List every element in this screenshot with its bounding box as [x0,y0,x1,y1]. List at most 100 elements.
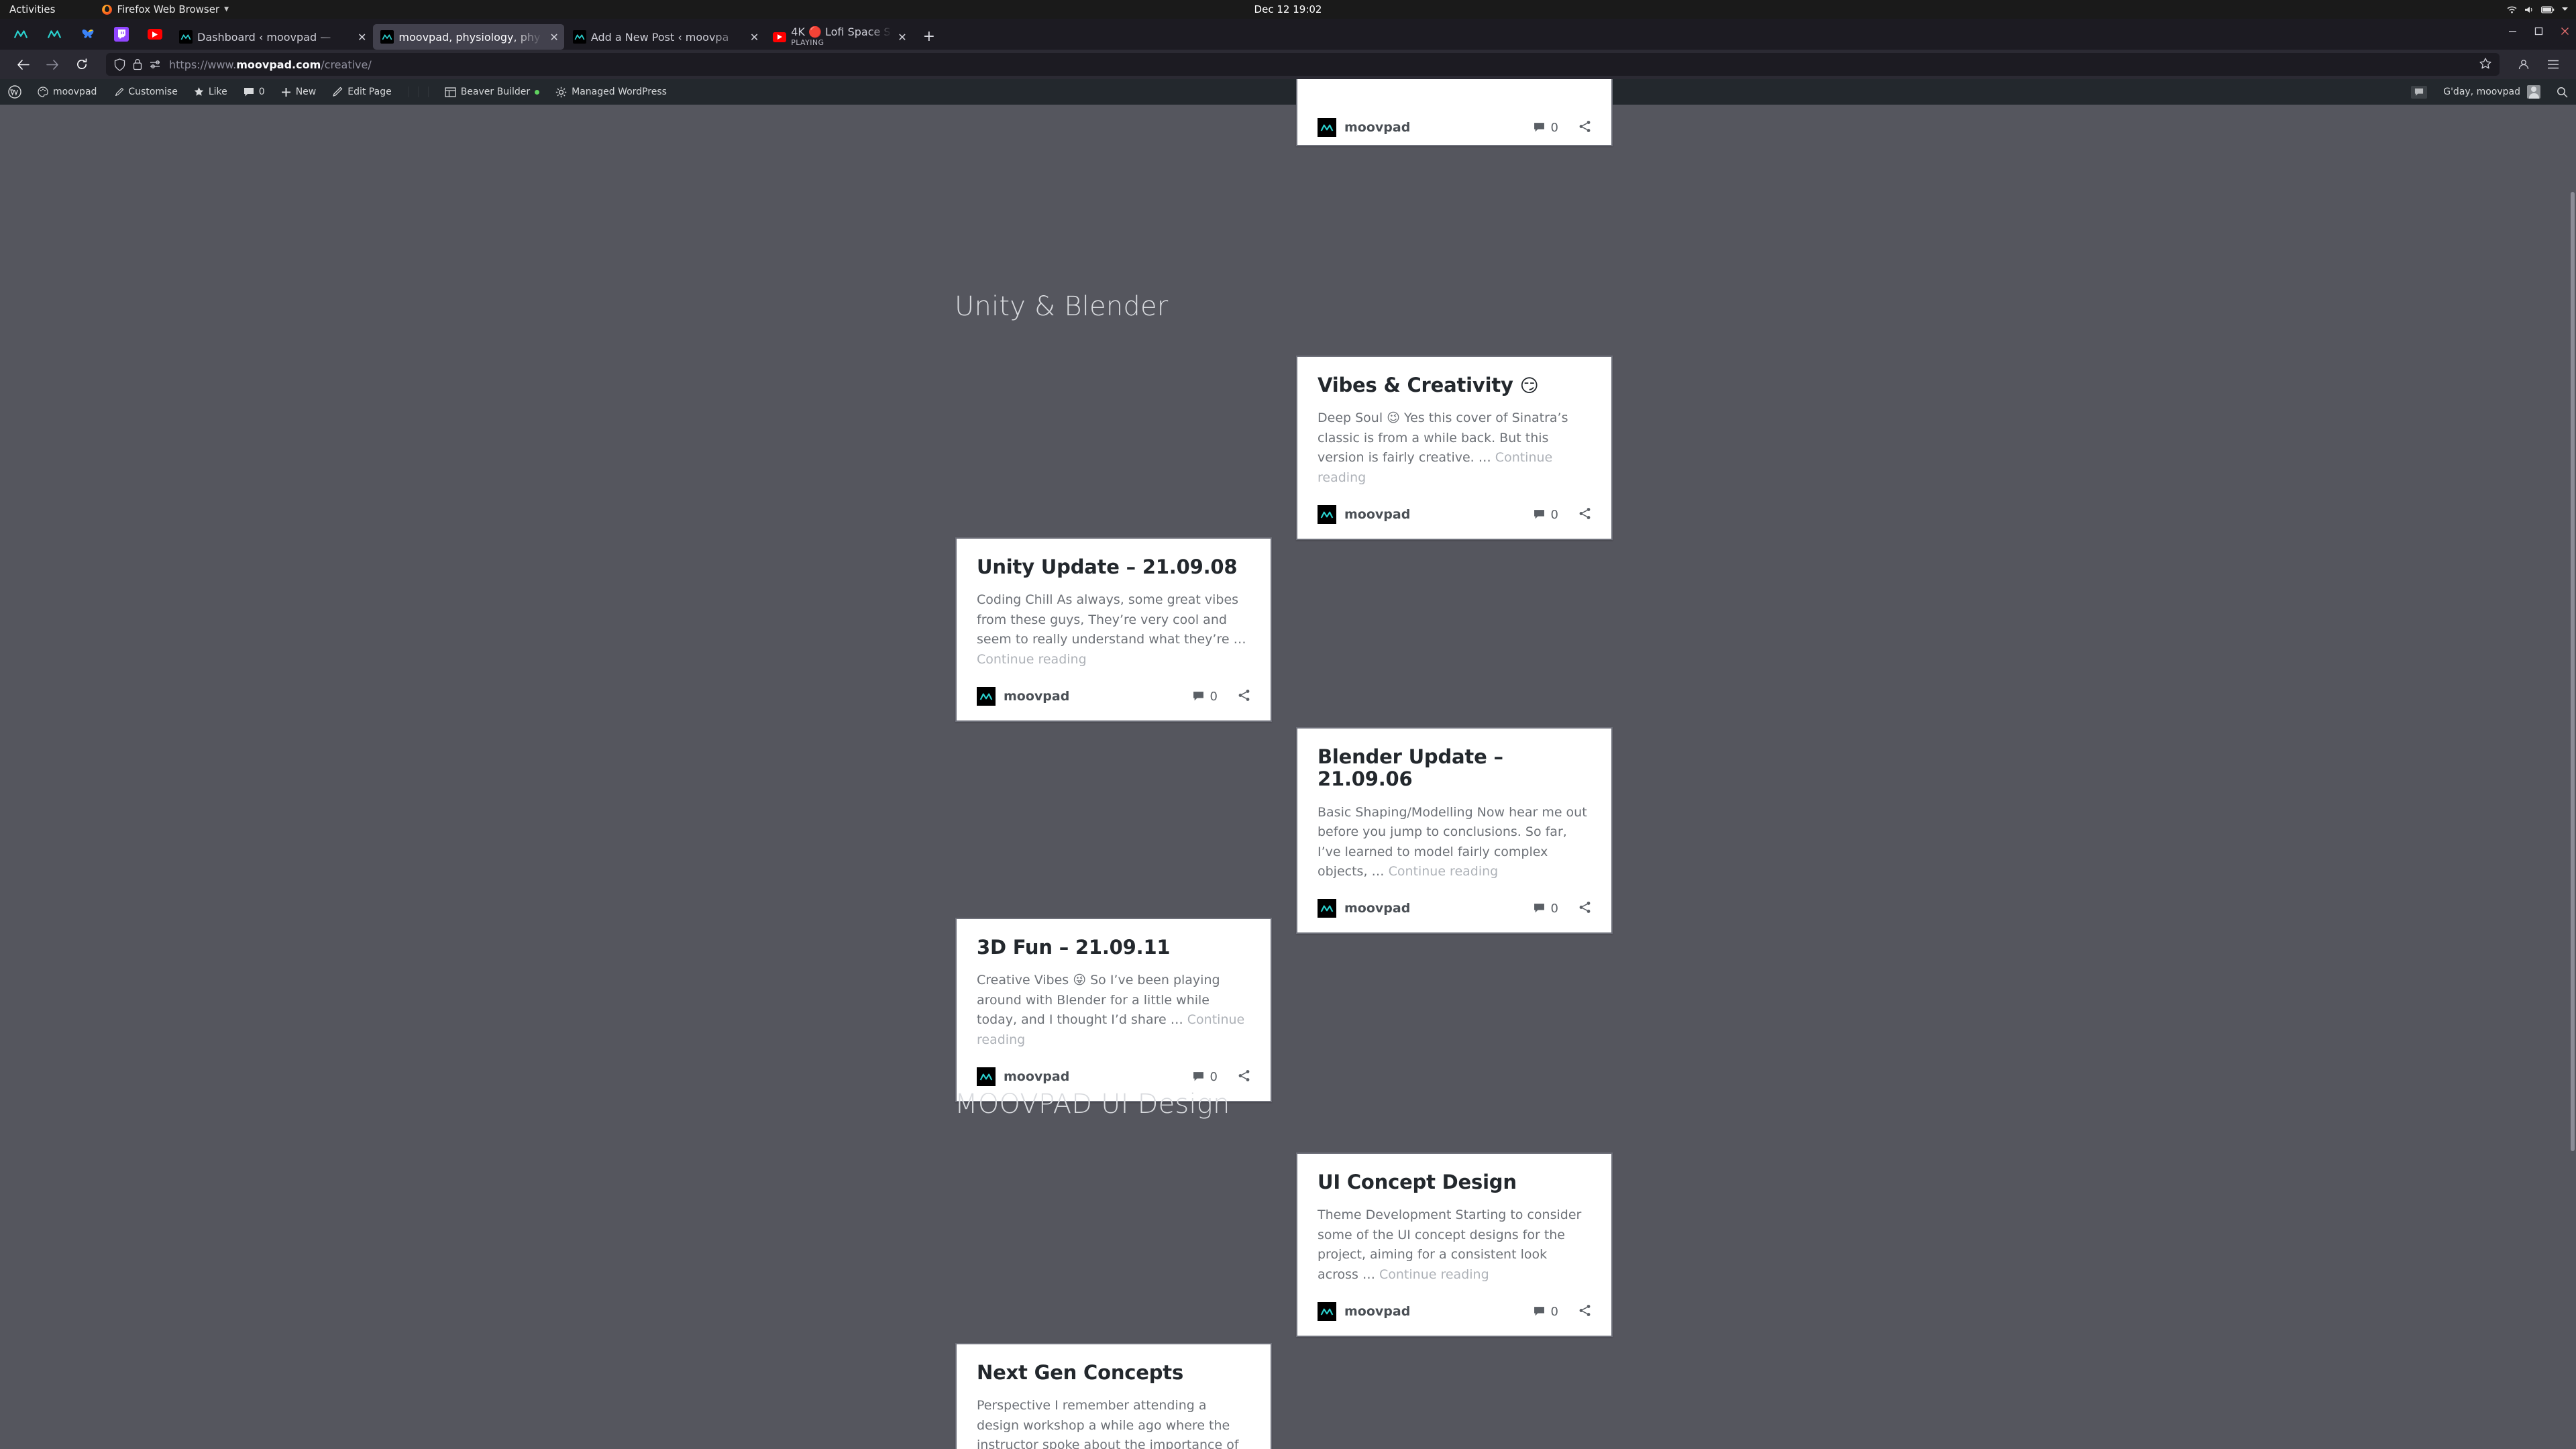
pinned-tab-moovpad-1[interactable] [4,21,38,47]
gnome-clock[interactable]: Dec 12 19:02 [1254,3,1322,15]
close-icon[interactable]: ✕ [749,31,759,44]
close-icon[interactable]: ✕ [896,31,906,44]
section-title-unity-blender: Unity & Blender [955,291,1169,322]
share-icon [1579,902,1591,913]
maximize-button[interactable] [2534,25,2543,38]
page-scrollbar[interactable] [2569,105,2576,1449]
post-card-next-gen-concepts[interactable]: Next Gen Concepts Perspective I remember… [955,1343,1272,1449]
post-card-ui-concept-design[interactable]: UI Concept Design Theme Development Star… [1296,1152,1613,1338]
post-author[interactable]: moovpad [1318,899,1410,918]
avatar [1318,1302,1336,1322]
comment-count-button[interactable]: 0 [1534,1305,1558,1319]
admin-bar-site-name[interactable]: moovpad [30,79,105,105]
continue-reading-link[interactable]: Continue reading [1389,864,1499,879]
post-title[interactable]: Next Gen Concepts [977,1361,1250,1384]
admin-bar-like[interactable]: Like [186,79,235,105]
pinned-tab-bluesky[interactable] [71,21,105,47]
post-excerpt: Theme Development Starting to consider s… [1318,1205,1591,1285]
url-bar[interactable]: https://www.moovpad.com/creative/ [106,53,2500,76]
close-icon[interactable]: ✕ [356,31,366,44]
post-title-text: UI Concept Design [1318,1171,1517,1193]
admin-bar-account[interactable]: G'day, moovpad [2435,79,2548,105]
post-author[interactable]: moovpad [977,1067,1069,1087]
comment-icon [244,87,254,97]
new-tab-button[interactable]: + [914,24,945,50]
comment-count: 0 [1550,120,1558,135]
comment-count-button[interactable]: 0 [1534,902,1558,916]
admin-bar-misc-group [400,79,437,105]
forward-button[interactable] [38,52,67,76]
author-name: moovpad [1344,507,1411,523]
moovpad-icon [179,30,193,44]
post-footer: moovpad 0 [977,1067,1250,1087]
post-footer: moovpad 0 [1318,1302,1591,1322]
post-author[interactable]: moovpad [1318,118,1410,137]
comment-count-button[interactable]: 0 [1534,121,1558,135]
palette-icon [38,87,48,97]
reload-button[interactable] [67,52,97,76]
account-button[interactable] [2509,52,2538,76]
close-icon[interactable]: ✕ [548,31,558,44]
admin-bar-new[interactable]: New [273,79,325,105]
tab-add-new-post[interactable]: Add a New Post ‹ moovpa ✕ [566,24,764,50]
excerpt-text: Creative Vibes 😜 So I’ve been playing ar… [977,973,1220,1028]
post-card-vibes-creativity[interactable]: Vibes & Creativity 😏 Deep Soul 😉 Yes thi… [1296,356,1613,541]
tab-moovpad-physiology[interactable]: moovpad, physiology, phy ✕ [373,24,564,50]
share-button[interactable] [1578,120,1591,136]
layout-icon [445,87,456,97]
share-button[interactable] [1578,507,1591,523]
post-author[interactable]: moovpad [977,687,1069,706]
lock-icon [133,59,142,70]
post-title[interactable]: Vibes & Creativity 😏 [1318,374,1591,396]
pinned-tab-youtube[interactable] [138,21,172,47]
share-button[interactable] [1578,1304,1591,1320]
share-button[interactable] [1238,1069,1250,1085]
admin-bar-notifications[interactable] [2403,79,2435,105]
tab-title: Dashboard ‹ moovpad — [197,30,331,44]
continue-reading-link[interactable]: Continue reading [977,652,1087,667]
close-button[interactable] [2561,25,2569,38]
activities-button[interactable]: Activities [9,3,55,15]
admin-bar-edit-page[interactable]: Edit Page [324,79,399,105]
comment-count-button[interactable]: 0 [1534,508,1558,522]
admin-bar-managed-wordpress[interactable]: Managed WordPress [547,79,675,105]
scrollbar-thumb[interactable] [2571,192,2575,1151]
bookmark-star-icon[interactable] [2479,57,2491,72]
post-author[interactable]: moovpad [1318,1302,1410,1322]
post-card-3d-fun[interactable]: 3D Fun – 21.09.11 Creative Vibes 😜 So I’… [955,918,1272,1103]
post-card-unity-update[interactable]: Unity Update – 21.09.08 Coding Chill As … [955,537,1272,722]
tab-title: 4K 🔴 Lofi Space Station / [791,26,892,39]
admin-bar-beaver-builder[interactable]: Beaver Builder [437,79,547,105]
volume-icon [2525,6,2532,13]
status-dot [535,89,540,95]
separator [407,87,409,97]
share-button[interactable] [1578,901,1591,916]
tab-dashboard[interactable]: Dashboard ‹ moovpad — ✕ [172,24,372,50]
post-author[interactable]: moovpad [1318,505,1411,525]
continue-reading-link[interactable]: Continue reading [1379,1267,1489,1282]
search-icon [2557,87,2568,98]
pinned-tab-moovpad-2[interactable] [38,21,71,47]
comment-count-button[interactable]: 0 [1193,1070,1218,1084]
gnome-status-area[interactable] [2507,5,2568,14]
admin-bar-comments[interactable]: 0 [235,79,273,105]
post-card-blender-update[interactable]: Blender Update – 21.09.06 Basic Shaping/… [1296,727,1613,934]
share-button[interactable] [1238,689,1250,704]
app-menu-button[interactable] [2538,52,2568,76]
post-card-partial-top[interactable]: moovpad 0 [1296,79,1613,146]
app-menu-firefox[interactable]: Firefox Web Browser ▼ [102,3,229,15]
admin-bar-search[interactable] [2548,79,2576,105]
minimize-button[interactable] [2508,25,2517,38]
post-title[interactable]: UI Concept Design [1318,1171,1591,1193]
tab-strip: Dashboard ‹ moovpad — ✕ moovpad, physiol… [0,19,2576,50]
pinned-tab-twitch[interactable] [105,21,138,47]
post-title[interactable]: 3D Fun – 21.09.11 [977,936,1250,959]
wp-logo-button[interactable] [0,79,30,105]
post-title[interactable]: Blender Update – 21.09.06 [1318,745,1591,791]
comment-count-button[interactable]: 0 [1193,690,1218,704]
post-title-text: Next Gen Concepts [977,1361,1184,1384]
back-button[interactable] [8,52,38,76]
post-title[interactable]: Unity Update – 21.09.08 [977,555,1250,578]
tab-lofi-space-station[interactable]: 4K 🔴 Lofi Space Station / PLAYING ✕ [765,24,912,50]
admin-bar-customise[interactable]: Customise [105,79,185,105]
